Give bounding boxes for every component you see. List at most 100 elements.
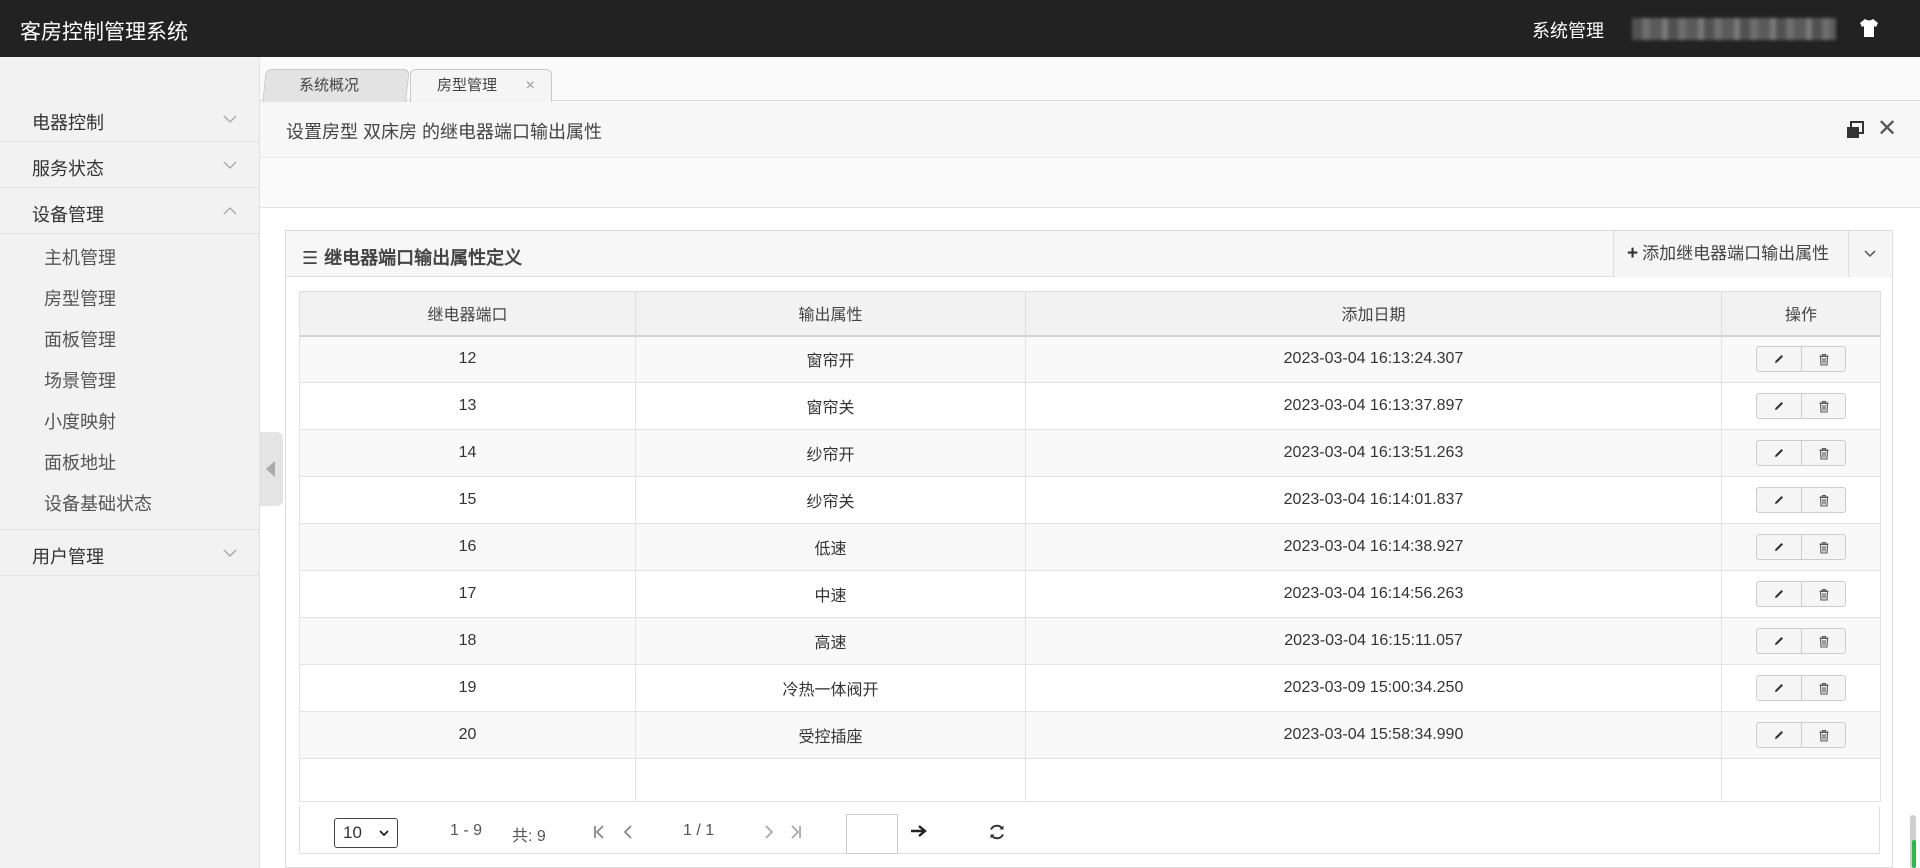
cell-actions [1721, 570, 1881, 618]
cell-date: 2023-03-04 16:14:56.263 [1025, 570, 1722, 618]
edit-button[interactable] [1757, 347, 1801, 371]
cell-port: 16 [299, 523, 636, 571]
panel-title-text: 继电器端口输出属性定义 [324, 248, 523, 268]
table-header-row: 继电器端口 输出属性 添加日期 操作 [299, 291, 1881, 337]
system-management-menu[interactable]: 系统管理 [1532, 17, 1604, 43]
last-page-icon[interactable] [790, 824, 802, 840]
top-bar: 客房控制管理系统 系统管理 [0, 0, 1920, 57]
next-page-icon[interactable] [763, 824, 775, 840]
refresh-icon[interactable] [988, 823, 1006, 841]
page-total-count: 共: 9 [512, 828, 546, 845]
page-title: 设置房型 双床房 的继电器端口输出属性 [286, 122, 603, 142]
sidebar-group-label: 服务状态 [32, 159, 104, 179]
edit-button[interactable] [1757, 488, 1801, 512]
chevron-down-icon [223, 161, 237, 170]
delete-button[interactable] [1801, 582, 1845, 606]
delete-button[interactable] [1801, 629, 1845, 653]
sidebar-item-xiaodu-mapping[interactable]: 小度映射 [0, 402, 259, 443]
arrow-right-icon[interactable] [910, 824, 928, 838]
pencil-icon [1775, 449, 1783, 457]
cell-attribute: 低速 [635, 523, 1026, 571]
sidebar-item-room-type-management[interactable]: 房型管理 [0, 279, 259, 320]
sidebar-item-panel-address[interactable]: 面板地址 [0, 443, 259, 484]
sidebar-group-appliance-control[interactable]: 电器控制 [0, 96, 259, 142]
cell-date: 2023-03-04 16:15:11.057 [1025, 617, 1722, 665]
cell-attribute: 冷热一体阀开 [635, 664, 1026, 712]
cell-port: 19 [299, 664, 636, 712]
cell-actions [1721, 617, 1881, 665]
content-toolbar-area [260, 158, 1920, 208]
column-header-add-date[interactable]: 添加日期 [1025, 291, 1722, 337]
table-row: 12 窗帘开 2023-03-04 16:13:24.307 [299, 335, 1881, 383]
pencil-icon [1775, 543, 1783, 551]
column-header-output-attribute[interactable]: 输出属性 [635, 291, 1026, 337]
pencil-icon [1775, 496, 1783, 504]
sidebar-collapse-handle[interactable] [259, 432, 283, 506]
tab-room-type-management[interactable]: 房型管理 × [410, 69, 552, 102]
edit-button[interactable] [1757, 535, 1801, 559]
sidebar-group-device-management[interactable]: 设备管理 [0, 188, 259, 234]
sidebar-item-scene-management[interactable]: 场景管理 [0, 361, 259, 402]
cell-date: 2023-03-04 16:13:24.307 [1025, 335, 1722, 383]
close-icon[interactable]: ✕ [1877, 117, 1897, 141]
edit-button[interactable] [1757, 676, 1801, 700]
column-header-relay-port[interactable]: 继电器端口 [299, 291, 636, 337]
tab-system-overview[interactable]: 系统概况 [262, 69, 410, 102]
page-jump-input[interactable] [846, 814, 898, 854]
page-size-select[interactable]: 10 [334, 818, 398, 848]
close-icon[interactable]: × [526, 70, 535, 102]
sidebar-group-user-management[interactable]: 用户管理 [0, 530, 259, 576]
pencil-icon [1775, 637, 1783, 645]
trash-icon [1819, 588, 1828, 601]
panel-dropdown-button[interactable] [1850, 231, 1890, 277]
edit-button[interactable] [1757, 441, 1801, 465]
chevron-down-icon [223, 549, 237, 558]
cell-date: 2023-03-09 15:00:34.250 [1025, 664, 1722, 712]
edit-button[interactable] [1757, 723, 1801, 747]
cell-actions [1721, 664, 1881, 712]
delete-button[interactable] [1801, 535, 1845, 559]
sidebar-item-panel-management[interactable]: 面板管理 [0, 320, 259, 361]
cell-port: 12 [299, 335, 636, 383]
delete-button[interactable] [1801, 676, 1845, 700]
trash-icon [1819, 353, 1828, 366]
cell-date: 2023-03-04 16:13:51.263 [1025, 429, 1722, 477]
pencil-icon [1775, 731, 1783, 739]
delete-button[interactable] [1801, 347, 1845, 372]
cell-port: 13 [299, 382, 636, 430]
trash-icon [1819, 682, 1828, 695]
pencil-icon [1775, 402, 1783, 410]
cell-actions [1721, 429, 1881, 477]
scrollbar-thumb[interactable] [1912, 840, 1916, 868]
edit-button[interactable] [1757, 629, 1801, 653]
tab-label: 房型管理 [437, 77, 498, 94]
panel-header: ☰ 继电器端口输出属性定义 + 添加继电器端口输出属性 [286, 231, 1892, 277]
page-size-value: 10 [343, 823, 362, 842]
sidebar-item-device-base-status[interactable]: 设备基础状态 [0, 484, 259, 525]
edit-button[interactable] [1757, 582, 1801, 606]
pagination-bar: 10 1 - 9 共: 9 1 / 1 [299, 806, 1880, 854]
user-name-blurred[interactable] [1632, 18, 1836, 40]
restore-window-icon[interactable] [1845, 120, 1865, 140]
add-relay-output-button[interactable]: + 添加继电器端口输出属性 [1613, 231, 1849, 277]
delete-button[interactable] [1801, 394, 1845, 418]
cell-actions [1721, 711, 1881, 759]
delete-button[interactable] [1801, 723, 1845, 747]
sidebar-group-label: 用户管理 [32, 547, 104, 567]
delete-button[interactable] [1801, 488, 1845, 512]
previous-page-icon[interactable] [622, 824, 634, 840]
table-empty-row [299, 758, 1881, 802]
cell-port: 17 [299, 570, 636, 618]
shirt-icon[interactable] [1858, 17, 1880, 39]
tab-label: 系统概况 [298, 77, 359, 94]
delete-button[interactable] [1801, 441, 1845, 465]
cell-attribute: 纱帘开 [635, 429, 1026, 477]
trash-icon [1819, 635, 1828, 648]
edit-button[interactable] [1757, 394, 1801, 418]
table-row: 14 纱帘开 2023-03-04 16:13:51.263 [299, 429, 1881, 477]
sidebar-group-service-status[interactable]: 服务状态 [0, 142, 259, 188]
sidebar-item-host-management[interactable]: 主机管理 [0, 238, 259, 279]
cell-date: 2023-03-04 15:58:34.990 [1025, 711, 1722, 759]
first-page-icon[interactable] [593, 824, 605, 840]
cell-date: 2023-03-04 16:14:38.927 [1025, 523, 1722, 571]
